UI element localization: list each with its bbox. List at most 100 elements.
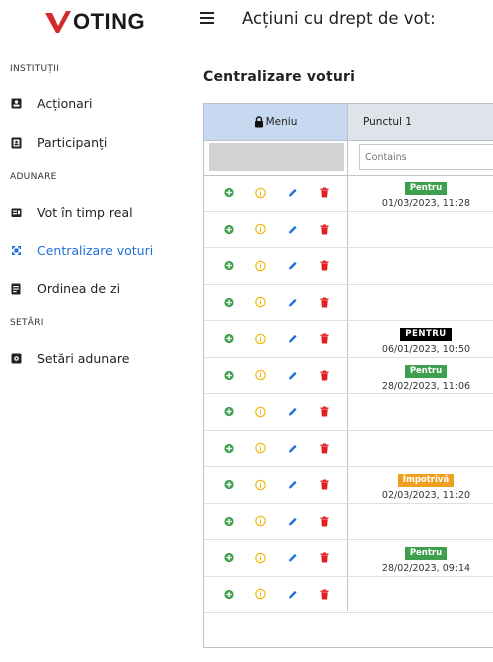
vote-cell[interactable] — [348, 212, 493, 248]
vote-cell[interactable]: Pentru 28/02/2023, 09:14 — [348, 540, 493, 576]
section-adunare: ADUNARE — [10, 172, 57, 182]
table-row[interactable]: Pentru 28/02/2023, 09:14 — [204, 540, 493, 577]
punctul-1-filter-input[interactable] — [359, 144, 493, 170]
votes-grid: Meniu Punctul 1 Pentru01/03/2023, 11:28P… — [203, 103, 493, 648]
add-circle-icon[interactable] — [223, 406, 234, 417]
info-icon[interactable] — [255, 333, 266, 344]
column-header-meniu[interactable]: Meniu — [204, 104, 348, 140]
row-actions — [204, 285, 347, 321]
info-icon[interactable] — [255, 297, 266, 308]
edit-pencil-icon[interactable] — [287, 187, 298, 198]
delete-trash-icon[interactable] — [319, 516, 330, 527]
sidebar: OTING INSTITUȚII Acționari Participanți … — [0, 0, 190, 662]
vote-cell[interactable]: Pentru 28/02/2023, 11:06 — [348, 358, 493, 394]
add-circle-icon[interactable] — [223, 297, 234, 308]
vote-badge: Pentru — [404, 182, 448, 195]
vote-cell[interactable]: PENTRU 06/01/2023, 10:50 — [348, 321, 493, 357]
info-icon[interactable] — [255, 406, 266, 417]
delete-trash-icon[interactable] — [319, 479, 330, 490]
vote-timestamp: 06/01/2023, 10:50 — [381, 344, 471, 355]
app-logo[interactable]: OTING — [44, 8, 145, 36]
edit-pencil-icon[interactable] — [287, 297, 298, 308]
vote-cell[interactable]: Pentru 01/03/2023, 11:28 — [348, 175, 493, 211]
table-row[interactable]: Pentru 01/03/2023, 11:28 — [204, 175, 493, 212]
edit-pencil-icon[interactable] — [287, 552, 298, 563]
add-circle-icon[interactable] — [223, 187, 234, 198]
edit-pencil-icon[interactable] — [287, 516, 298, 527]
delete-trash-icon[interactable] — [319, 187, 330, 198]
vote-cell[interactable]: Împotrivă 02/03/2023, 11:20 — [348, 467, 493, 503]
table-row[interactable] — [204, 504, 493, 540]
row-actions — [204, 212, 347, 248]
add-circle-icon[interactable] — [223, 589, 234, 600]
vote-cell[interactable] — [348, 431, 493, 467]
delete-trash-icon[interactable] — [319, 552, 330, 563]
vote-cell[interactable] — [348, 394, 493, 430]
vote-timestamp: 28/02/2023, 11:06 — [381, 380, 471, 392]
sidebar-item-participanti[interactable]: Participanți — [10, 135, 107, 150]
table-row[interactable] — [204, 248, 493, 285]
info-icon[interactable] — [255, 589, 266, 600]
delete-trash-icon[interactable] — [319, 370, 330, 381]
add-circle-icon[interactable] — [223, 224, 234, 235]
table-row[interactable]: Pentru 28/02/2023, 11:06 — [204, 358, 493, 394]
add-circle-icon[interactable] — [223, 516, 234, 527]
delete-trash-icon[interactable] — [319, 297, 330, 308]
vote-timestamp: 28/02/2023, 09:14 — [381, 563, 471, 574]
vote-cell[interactable] — [348, 248, 493, 284]
delete-trash-icon[interactable] — [319, 443, 330, 454]
info-icon[interactable] — [255, 552, 266, 563]
info-icon[interactable] — [255, 370, 266, 381]
edit-pencil-icon[interactable] — [287, 224, 298, 235]
info-icon[interactable] — [255, 224, 266, 235]
edit-pencil-icon[interactable] — [287, 406, 298, 417]
sidebar-item-label: Acționari — [37, 96, 93, 111]
delete-trash-icon[interactable] — [319, 260, 330, 271]
table-row[interactable] — [204, 431, 493, 467]
info-icon[interactable] — [255, 260, 266, 271]
column-header-punctul-1[interactable]: Punctul 1 — [363, 116, 412, 128]
vote-timestamp: 01/03/2023, 11:28 — [381, 198, 471, 209]
hamburger-icon[interactable] — [200, 12, 214, 24]
edit-pencil-icon[interactable] — [287, 443, 298, 454]
sidebar-item-centralizare-voturi[interactable]: Centralizare voturi — [10, 243, 153, 258]
vote-badge: Pentru — [404, 364, 448, 378]
table-row[interactable] — [204, 394, 493, 431]
add-circle-icon[interactable] — [223, 333, 234, 344]
add-circle-icon[interactable] — [223, 370, 234, 381]
info-icon[interactable] — [255, 516, 266, 527]
info-icon[interactable] — [255, 443, 266, 454]
sidebar-item-actionari[interactable]: Acționari — [10, 96, 92, 111]
add-circle-icon[interactable] — [223, 552, 234, 563]
settings-box-icon — [10, 353, 22, 365]
vote-cell[interactable] — [348, 504, 493, 540]
add-circle-icon[interactable] — [223, 260, 234, 271]
edit-pencil-icon[interactable] — [287, 260, 298, 271]
add-circle-icon[interactable] — [223, 479, 234, 490]
delete-trash-icon[interactable] — [319, 333, 330, 344]
sidebar-item-setari-adunare[interactable]: Setări adunare — [10, 351, 129, 366]
table-row[interactable] — [204, 577, 493, 613]
sidebar-item-ordinea-de-zi[interactable]: Ordinea de zi — [10, 281, 120, 296]
info-icon[interactable] — [255, 187, 266, 198]
vote-cell[interactable] — [348, 577, 493, 613]
vote-cell[interactable] — [348, 285, 493, 321]
delete-trash-icon[interactable] — [319, 224, 330, 235]
delete-trash-icon[interactable] — [319, 406, 330, 417]
table-row[interactable] — [204, 212, 493, 248]
sidebar-item-vot-timp-real[interactable]: Vot în timp real — [10, 205, 133, 220]
edit-pencil-icon[interactable] — [287, 333, 298, 344]
row-actions — [204, 358, 347, 394]
sidebar-item-label: Setări adunare — [37, 351, 130, 366]
delete-trash-icon[interactable] — [319, 589, 330, 600]
section-institutii: INSTITUȚII — [10, 64, 60, 74]
table-row[interactable]: PENTRU 06/01/2023, 10:50 — [204, 321, 493, 358]
info-icon[interactable] — [255, 479, 266, 490]
row-actions — [204, 321, 347, 357]
table-row[interactable]: Împotrivă 02/03/2023, 11:20 — [204, 467, 493, 504]
edit-pencil-icon[interactable] — [287, 589, 298, 600]
table-row[interactable] — [204, 285, 493, 321]
add-circle-icon[interactable] — [223, 443, 234, 454]
edit-pencil-icon[interactable] — [287, 370, 298, 381]
edit-pencil-icon[interactable] — [287, 479, 298, 490]
